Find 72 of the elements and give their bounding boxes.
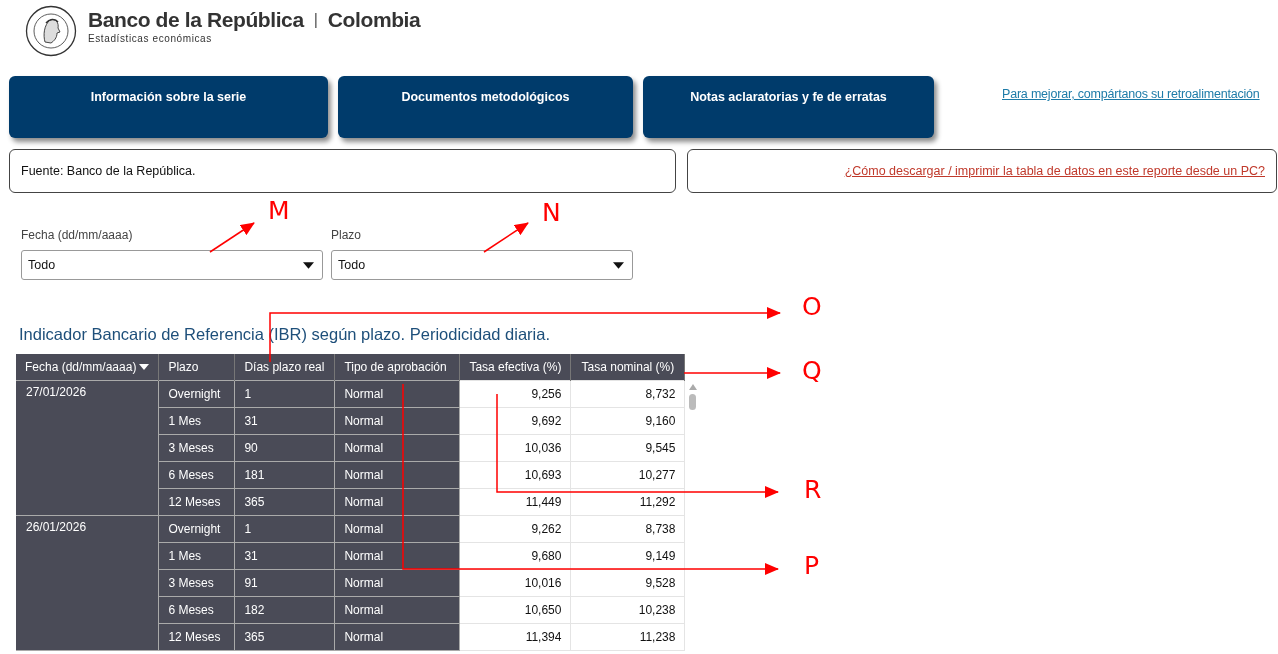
table-cell: 11,394 <box>459 623 571 650</box>
dropdown-caret-icon <box>613 261 624 269</box>
table-cell: Overnight <box>158 515 235 542</box>
info-nav-button[interactable]: Información sobre la serie <box>9 76 328 138</box>
callout-letter: O <box>802 294 822 319</box>
table-cell: 12 Meses <box>158 488 235 515</box>
table-cell: 10,277 <box>570 461 685 488</box>
table-cell: 3 Meses <box>158 434 235 461</box>
info-nav-button[interactable]: Notas aclaratorias y fe de erratas <box>643 76 934 138</box>
table-cell: Overnight <box>158 380 235 407</box>
table-cell: 8,732 <box>570 380 685 407</box>
feedback-link[interactable]: Para mejorar, compártanos su retroalimentación <box>1002 87 1260 101</box>
table-cell: 31 <box>234 407 335 434</box>
callout-arrow <box>483 222 529 253</box>
column-header[interactable]: Fecha (dd/mm/aaaa) <box>16 354 159 380</box>
table-cell: Normal <box>334 596 460 623</box>
table-cell: 181 <box>234 461 335 488</box>
table-cell: 31 <box>234 542 335 569</box>
table-cell: 1 Mes <box>158 542 235 569</box>
callout-letter: N <box>542 200 561 225</box>
brand-subtitle: Estadísticas económicas <box>88 33 213 44</box>
table-cell: Normal <box>334 380 460 407</box>
filter-dropdown[interactable]: Todo <box>331 250 633 280</box>
callout-arrow <box>209 222 255 253</box>
table-cell: 9,545 <box>570 434 685 461</box>
table-cell: 6 Meses <box>158 596 235 623</box>
table-cell: 9,160 <box>570 407 685 434</box>
table-cell: 11,238 <box>570 623 685 650</box>
table-cell: 10,238 <box>570 596 685 623</box>
table-cell: 9,256 <box>459 380 571 407</box>
table-cell: 3 Meses <box>158 569 235 596</box>
table-cell: 9,262 <box>459 515 571 542</box>
source-box: Fuente: Banco de la República. <box>9 149 676 193</box>
callout-letter: P <box>804 553 820 578</box>
table-cell: 365 <box>234 623 335 650</box>
callout-letter: M <box>268 198 290 223</box>
table-cell: 12 Meses <box>158 623 235 650</box>
table-cell: 8,738 <box>570 515 685 542</box>
sort-caret-icon <box>139 364 150 371</box>
column-header[interactable]: Días plazo real <box>234 354 335 380</box>
coin-emblem-icon <box>25 5 77 57</box>
download-help-link[interactable]: ¿Cómo descargar / imprimir la tabla de datos en este reporte desde un PC? <box>844 164 1265 178</box>
table-cell: Normal <box>334 569 460 596</box>
table-cell: 9,528 <box>570 569 685 596</box>
table-cell: 26/01/2026 <box>16 515 159 650</box>
table-cell: 91 <box>234 569 335 596</box>
title-separator: | <box>313 11 318 29</box>
table-cell: 6 Meses <box>158 461 235 488</box>
table-cell: 10,016 <box>459 569 571 596</box>
table-cell: 90 <box>234 434 335 461</box>
bank-name: Banco de la República <box>88 8 304 32</box>
table-cell: 10,650 <box>459 596 571 623</box>
filter-label: Fecha (dd/mm/aaaa) <box>21 228 134 242</box>
scroll-up-arrow-icon[interactable] <box>688 384 697 390</box>
callout-letter: Q <box>802 358 822 383</box>
filter-dropdown[interactable]: Todo <box>21 250 323 280</box>
column-header[interactable]: Tasa nominal (%) <box>570 354 685 380</box>
column-header[interactable]: Tasa efectiva (%) <box>459 354 571 380</box>
table-cell: 365 <box>234 488 335 515</box>
callout-letter: R <box>804 477 822 502</box>
table-cell: 182 <box>234 596 335 623</box>
country-name: Colombia <box>327 8 421 32</box>
table-cell: 1 <box>234 380 335 407</box>
dropdown-caret-icon <box>303 261 314 269</box>
filter-label: Plazo <box>331 228 363 242</box>
table-cell: 1 Mes <box>158 407 235 434</box>
table-cell: 1 <box>234 515 335 542</box>
column-header[interactable]: Plazo <box>158 354 235 380</box>
info-nav-button[interactable]: Documentos metodológicos <box>338 76 633 138</box>
table-cell: Normal <box>334 623 460 650</box>
table-cell: 27/01/2026 <box>16 380 159 515</box>
column-header[interactable]: Tipo de aprobación <box>334 354 460 380</box>
